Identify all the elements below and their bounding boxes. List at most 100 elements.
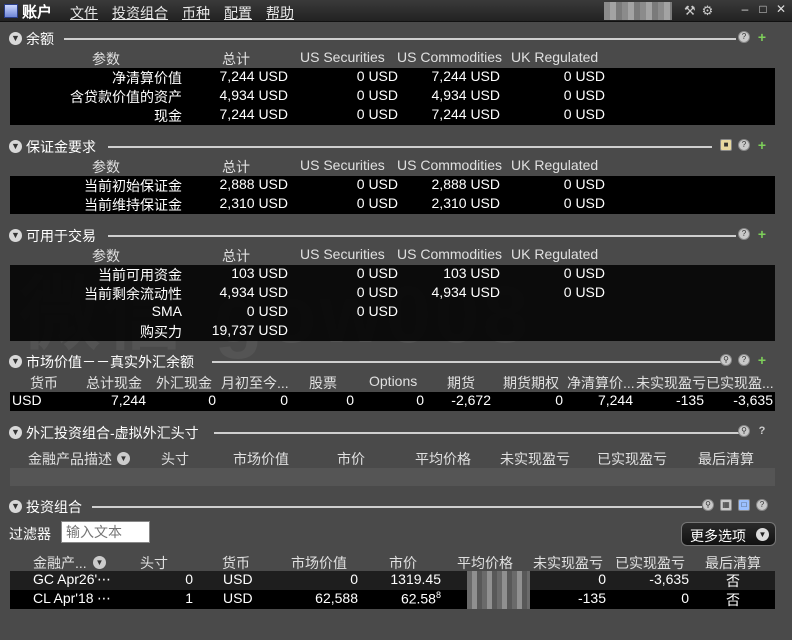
portfolio-column-headers: 金融产... ▼ 头寸 货币 市场价值 市价 平均价格 未实现盈亏 已实现盈亏 … <box>0 553 792 572</box>
help-icon[interactable]: ? <box>738 139 750 151</box>
col-uk-regulated: UK Regulated <box>511 246 599 262</box>
app-icon <box>4 4 18 18</box>
cell: 0 <box>555 392 563 408</box>
window-title: 账户 <box>22 4 53 21</box>
column-dropdown-icon[interactable]: ▼ <box>93 556 106 569</box>
table-row[interactable]: 含贷款价值的资产 4,934 USD 0 USD 4,934 USD 0 USD <box>10 87 775 106</box>
cell: 0 USD <box>563 68 605 84</box>
collapse-icon[interactable]: ▼ <box>9 140 22 153</box>
table-row[interactable]: CL Apr'18 ⋯ 1 USD 62,588 62.588 -135 0 否 <box>10 590 775 609</box>
collapse-icon[interactable]: ▼ <box>9 229 22 242</box>
help-icon[interactable]: ? <box>738 228 750 240</box>
cell: 0 USD <box>563 195 605 211</box>
col-avg-price: 平均价格 <box>415 451 471 467</box>
available-column-headers: 参数 总计 US Securities US Commodities UK Re… <box>0 246 792 265</box>
cell: 2,310 USD <box>431 195 500 211</box>
collapse-icon[interactable]: ▼ <box>9 426 22 439</box>
close-icon[interactable]: ✕ <box>774 2 788 16</box>
ellipsis-icon[interactable]: ⋯ <box>97 590 111 607</box>
cell: 0 <box>185 571 193 587</box>
col-currency: 货币 <box>30 375 58 391</box>
section-title: 保证金要求 <box>26 139 96 155</box>
column-dropdown-icon[interactable]: ▼ <box>117 452 130 465</box>
help-icon[interactable]: ? <box>738 31 750 43</box>
table-row[interactable]: 当前可用资金 103 USD 0 USD 103 USD 0 USD <box>10 265 775 284</box>
col-price: 市价 <box>337 451 365 467</box>
divider <box>64 38 736 40</box>
col-total: 总计 <box>222 51 250 67</box>
table-row[interactable]: SMA 0 USD 0 USD <box>10 303 775 322</box>
cell: 0 USD <box>563 265 605 281</box>
cell: 0 USD <box>246 303 288 319</box>
add-icon[interactable]: + <box>756 138 768 152</box>
ellipsis-icon[interactable]: ⋯ <box>97 571 111 588</box>
menu-currency[interactable]: 币种 <box>182 3 210 23</box>
menu-bar: 文件 投资组合 币种 配置 帮助 <box>70 3 294 23</box>
section-margin-header: ▼ 保证金要求 ■ ? + <box>0 136 792 156</box>
menu-config[interactable]: 配置 <box>224 3 252 23</box>
cell: 2,888 USD <box>219 176 288 192</box>
cell: -2,672 <box>451 392 491 408</box>
collapse-icon[interactable]: ▼ <box>9 355 22 368</box>
calculator-icon[interactable]: ■ <box>720 139 732 151</box>
cell: 当前剩余流动性 <box>84 286 182 302</box>
table-row[interactable]: 当前维持保证金 2,310 USD 0 USD 2,310 USD 0 USD <box>10 195 775 214</box>
col-us-commodities: US Commodities <box>397 157 503 173</box>
table-row[interactable]: 购买力 19,737 USD <box>10 322 775 341</box>
menu-help[interactable]: 帮助 <box>266 3 294 23</box>
collapse-icon[interactable]: ▼ <box>9 32 22 45</box>
col-us-commodities: US Commodities <box>397 49 503 65</box>
collapse-icon[interactable]: ▼ <box>9 500 22 513</box>
col-position: 头寸 <box>140 555 168 571</box>
divider <box>108 146 712 148</box>
menu-portfolio[interactable]: 投资组合 <box>112 3 168 23</box>
cell: 4,934 USD <box>431 87 500 103</box>
search-icon[interactable]: ⚲ <box>720 354 732 366</box>
window-icon[interactable]: □ <box>738 499 750 511</box>
cell: -135 <box>675 392 704 408</box>
cell: 0 USD <box>356 195 398 211</box>
cell: 1 <box>185 590 193 606</box>
section-market-header: ▼ 市场价值－－真实外汇余额 ⚲ ? + <box>0 351 792 371</box>
more-options-button[interactable]: 更多选项 ▼ <box>681 522 776 546</box>
pin-icon[interactable]: ⚙ <box>702 3 714 19</box>
add-icon[interactable]: + <box>756 227 768 241</box>
cell: 7,244 <box>110 392 146 408</box>
calendar-icon[interactable]: ▦ <box>720 499 732 511</box>
table-row[interactable]: 净清算价值 7,244 USD 0 USD 7,244 USD 0 USD <box>10 68 775 87</box>
col-realized: 已实现盈亏 <box>615 555 685 571</box>
col-realized: 已实现盈亏 <box>597 451 667 467</box>
help-question-icon[interactable]: ? <box>756 425 768 437</box>
wrench-icon[interactable]: ⚒ <box>684 3 696 19</box>
divider <box>108 235 736 237</box>
table-row[interactable]: USD 7,244 0 0 0 0 -2,672 0 7,244 -135 -3… <box>10 392 775 411</box>
section-icons: ■ ? + <box>720 138 768 152</box>
help-icon[interactable]: ? <box>756 499 768 511</box>
table-row[interactable]: 当前剩余流动性 4,934 USD 0 USD 4,934 USD 0 USD <box>10 284 775 303</box>
table-row[interactable]: 当前初始保证金 2,888 USD 0 USD 2,888 USD 0 USD <box>10 176 775 195</box>
cell: 0 <box>681 590 689 606</box>
cell: 0 <box>598 571 606 587</box>
filter-input[interactable] <box>61 521 150 543</box>
col-price: 市价 <box>389 555 417 571</box>
cell: 当前初始保证金 <box>84 178 182 194</box>
col-market-value: 市场价值 <box>291 555 347 571</box>
menu-file[interactable]: 文件 <box>70 3 98 23</box>
cell: 0 USD <box>563 106 605 122</box>
col-unrealized: 未实现盈亏 <box>533 555 603 571</box>
search-icon[interactable]: ⚲ <box>738 425 750 437</box>
section-fx-header: ▼ 外汇投资组合-虚拟外汇头寸 ⚲ ? <box>0 422 792 442</box>
table-row[interactable]: 现金 7,244 USD 0 USD 7,244 USD 0 USD <box>10 106 775 125</box>
search-icon[interactable]: ⚲ <box>702 499 714 511</box>
cell: SMA <box>151 303 182 319</box>
table-row[interactable]: GC Apr26' ⋯ 0 USD 0 1319.45 0 -3,635 否 <box>10 571 775 590</box>
add-icon[interactable]: + <box>756 353 768 367</box>
help-icon[interactable]: ? <box>738 354 750 366</box>
col-us-securities: US Securities <box>300 157 385 173</box>
cell: 7,244 USD <box>219 68 288 84</box>
add-icon[interactable]: + <box>756 30 768 44</box>
minimize-icon[interactable]: – <box>738 2 752 16</box>
maximize-icon[interactable]: □ <box>756 2 770 16</box>
col-net-liq: 净清算价... <box>567 375 635 391</box>
cell: 103 USD <box>231 265 288 281</box>
